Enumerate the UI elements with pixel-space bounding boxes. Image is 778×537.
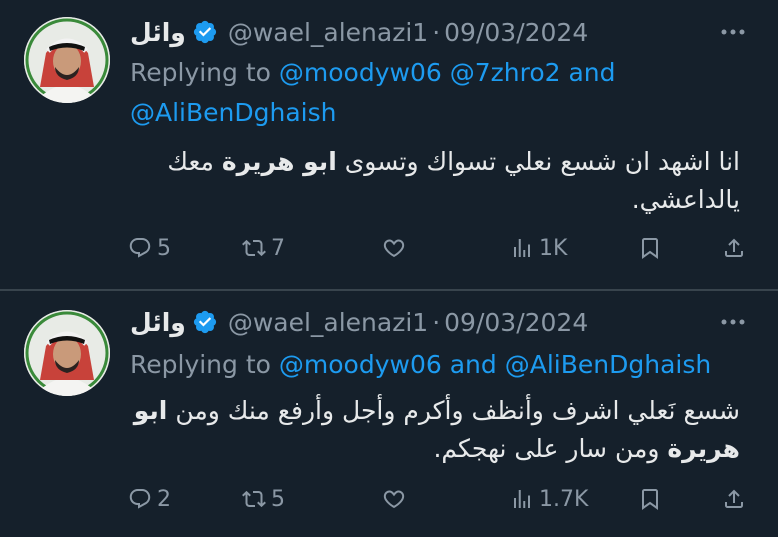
views-count: 1.7K — [539, 486, 589, 512]
tweet-text-part: ومن سار على نهجكم. — [433, 434, 668, 463]
views-count: 1K — [539, 235, 568, 261]
like-button[interactable] — [382, 233, 411, 263]
bookmark-icon — [642, 238, 658, 259]
avatar[interactable] — [24, 310, 110, 396]
views-button[interactable]: 1.7K — [510, 484, 588, 514]
reply-icon — [129, 238, 151, 258]
repost-count: 5 — [271, 486, 285, 512]
mention-and: and — [449, 350, 497, 379]
like-button[interactable] — [382, 484, 411, 514]
separator: · — [432, 17, 441, 47]
tweet[interactable]: وائل @wael_alenazi1 · 09/03/2024 Replyin… — [0, 0, 778, 290]
display-name[interactable]: وائل — [130, 308, 186, 337]
tweet-header: وائل @wael_alenazi1 · 09/03/2024 — [130, 307, 588, 337]
views-icon — [514, 490, 530, 508]
replying-to-label: Replying to — [130, 58, 271, 87]
mention-link[interactable]: @AliBenDghaish — [505, 350, 711, 379]
reply-count: 5 — [157, 235, 171, 261]
avatar[interactable] — [24, 17, 110, 103]
verified-badge-icon — [192, 309, 218, 335]
share-button[interactable] — [722, 484, 746, 514]
reply-button[interactable]: 2 — [128, 484, 171, 514]
reply-count: 2 — [157, 486, 171, 512]
tweet[interactable]: وائل @wael_alenazi1 · 09/03/2024 Replyin… — [0, 291, 778, 537]
tweet-actions: 5 7 1K — [128, 233, 750, 263]
tweet-text: انا اشهد ان شسع نعلي تسواك وتسوى ابو هري… — [130, 143, 740, 219]
user-handle[interactable]: @wael_alenazi1 — [228, 308, 428, 337]
mention-link[interactable]: @moodyw06 @7zhro2 — [279, 58, 561, 87]
share-icon — [725, 489, 743, 508]
views-icon — [514, 239, 530, 257]
tweet-text-part: شسع نَعلي اشرف وأنظف وأكرم وأجل وأرفع من… — [167, 396, 740, 425]
tweet-actions: 2 5 1.7K — [128, 484, 750, 514]
repost-button[interactable]: 7 — [242, 233, 285, 263]
bookmark-icon — [642, 489, 658, 510]
replying-to: Replying to @moodyw06 and @AliBenDghaish — [130, 345, 750, 385]
repost-icon — [242, 239, 266, 257]
replying-to-label: Replying to — [130, 350, 271, 379]
tweet-header: وائل @wael_alenazi1 · 09/03/2024 — [130, 17, 588, 47]
share-button[interactable] — [722, 233, 746, 263]
more-icon[interactable] — [718, 17, 748, 47]
mention-and: and — [568, 58, 616, 87]
tweet-date[interactable]: 09/03/2024 — [444, 308, 588, 337]
bookmark-button[interactable] — [638, 233, 662, 263]
reply-icon — [129, 489, 151, 509]
tweet-date[interactable]: 09/03/2024 — [444, 18, 588, 47]
tweet-text: شسع نَعلي اشرف وأنظف وأكرم وأجل وأرفع من… — [130, 392, 740, 468]
verified-badge-icon — [192, 19, 218, 45]
more-icon[interactable] — [718, 307, 748, 337]
mention-link[interactable]: @moodyw06 — [279, 350, 442, 379]
views-button[interactable]: 1K — [510, 233, 567, 263]
like-icon — [383, 239, 405, 258]
like-icon — [383, 490, 405, 509]
bookmark-button[interactable] — [638, 484, 662, 514]
tweet-thread: وائل @wael_alenazi1 · 09/03/2024 Replyin… — [0, 0, 778, 537]
replying-to: Replying to @moodyw06 @7zhro2 and @AliBe… — [130, 53, 750, 133]
repost-count: 7 — [271, 235, 285, 261]
reply-button[interactable]: 5 — [128, 233, 171, 263]
user-handle[interactable]: @wael_alenazi1 — [228, 18, 428, 47]
display-name[interactable]: وائل — [130, 18, 186, 47]
tweet-text-part: انا اشهد ان شسع نعلي تسواك وتسوى — [336, 147, 740, 176]
tweet-text-bold: ابو هريرة — [221, 147, 337, 176]
repost-button[interactable]: 5 — [242, 484, 285, 514]
separator: · — [432, 307, 441, 337]
mention-link[interactable]: @AliBenDghaish — [130, 98, 336, 127]
repost-icon — [242, 490, 266, 508]
share-icon — [725, 238, 743, 257]
